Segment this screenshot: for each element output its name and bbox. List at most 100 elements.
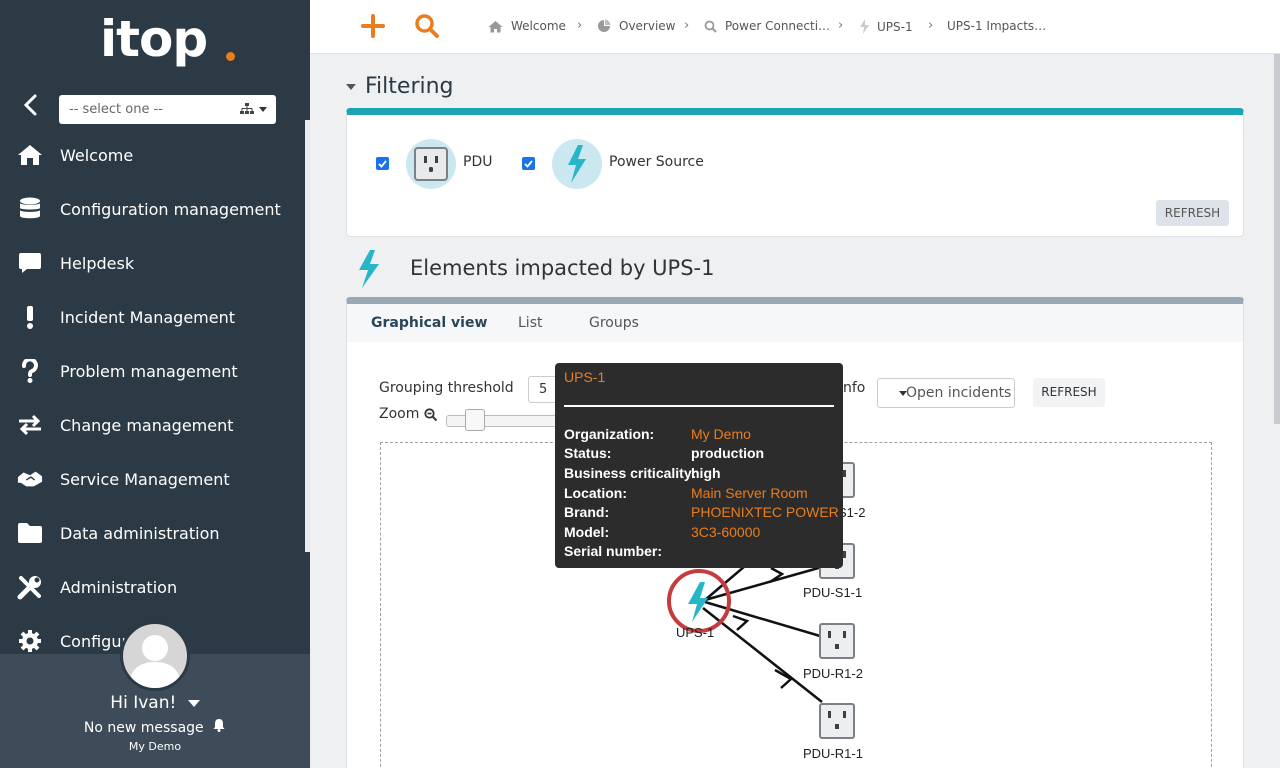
menu-item-configuration-management[interactable]: Configuration management	[0, 182, 305, 236]
tooltip-key: Location:	[564, 485, 627, 501]
user-greeting-menu[interactable]: Hi Ivan!	[0, 693, 310, 713]
sidebar: itop -- select one -- Welcome Configurat…	[0, 0, 310, 768]
chevron-down-icon	[259, 107, 267, 112]
menu-item-label: Service Management	[60, 469, 230, 489]
exchange-icon	[17, 412, 43, 438]
user-silhouette-icon	[129, 635, 181, 688]
collapse-sidebar-button[interactable]	[18, 92, 44, 118]
checkmark-icon	[524, 159, 533, 168]
breadcrumb-overview[interactable]: Overview	[597, 19, 676, 33]
tooltip-status-value: production	[691, 445, 765, 461]
node-label-pdu-s1-1: PDU-S1-1	[803, 585, 863, 600]
home-icon	[17, 142, 43, 168]
node-tooltip: UPS-1 Organization: My Demo Status: prod…	[555, 363, 843, 568]
search-icon	[415, 14, 439, 38]
tab-groups[interactable]: Groups	[589, 315, 639, 331]
breadcrumb-label: Power Connecti…	[725, 19, 831, 33]
messages-status: No new message	[83, 720, 204, 736]
tooltip-key: Status:	[564, 445, 612, 461]
info-select[interactable]: Open incidents	[877, 378, 1015, 408]
sitemap-icon	[240, 103, 254, 114]
plus-icon	[361, 14, 385, 38]
menu-item-administration[interactable]: Administration	[0, 560, 305, 614]
question-icon	[17, 358, 43, 384]
bolt-icon	[552, 139, 602, 189]
menu-item-label: Helpdesk	[60, 253, 135, 273]
new-object-button[interactable]	[360, 13, 386, 39]
tools-icon	[17, 574, 43, 600]
notifications-link[interactable]: No new message	[0, 718, 310, 736]
breadcrumb-welcome[interactable]: Welcome	[488, 19, 566, 33]
pie-chart-icon	[598, 19, 611, 32]
chat-icon	[17, 250, 43, 276]
tab-list[interactable]: List	[518, 315, 542, 331]
itop-logo[interactable]: itop	[100, 10, 240, 80]
pdu-checkbox[interactable]	[376, 157, 389, 170]
menu-item-problem-management[interactable]: Problem management	[0, 344, 305, 398]
zoom-out-icon[interactable]	[424, 408, 438, 422]
tooltip-brand-link[interactable]: PHOENIXTEC POWER	[691, 504, 839, 520]
breadcrumb-label: Overview	[619, 19, 676, 33]
search-icon	[704, 20, 717, 33]
logo-dot	[226, 52, 235, 61]
menu-item-label: Configuration management	[60, 199, 281, 219]
menu-item-label: Change management	[60, 415, 234, 435]
breadcrumb-power-connections[interactable]: Power Connecti…	[704, 19, 830, 33]
menu-item-data-administration[interactable]: Data administration	[0, 506, 305, 560]
caret-down-icon	[346, 83, 356, 90]
tooltip-key: Model:	[564, 524, 610, 540]
filtering-panel: PDU Power Source REFRESH	[346, 108, 1244, 237]
organization-select[interactable]: -- select one --	[59, 95, 276, 124]
organization-select-value: -- select one --	[69, 102, 163, 117]
menu-item-label: Incident Management	[60, 307, 235, 327]
zoom-label: Zoom	[379, 406, 420, 422]
menu-item-change-management[interactable]: Change management	[0, 398, 305, 452]
breadcrumb-ups-1[interactable]: UPS-1	[860, 19, 913, 34]
menu-item-welcome[interactable]: Welcome	[0, 128, 305, 182]
folder-icon	[17, 520, 43, 546]
tooltip-criticality-value: high	[691, 465, 721, 481]
logo-text: itop	[100, 10, 208, 68]
tooltip-location-link[interactable]: Main Server Room	[691, 485, 808, 501]
main-menu: Welcome Configuration management Helpdes…	[0, 128, 305, 668]
filtering-refresh-button[interactable]: REFRESH	[1156, 200, 1229, 226]
filtering-toggle[interactable]: Filtering	[346, 74, 454, 99]
breadcrumb-separator-icon: ›	[928, 18, 934, 33]
breadcrumb-label: UPS-1 Impacts…	[947, 19, 1047, 33]
outlet-icon	[406, 139, 456, 189]
zoom-slider-track[interactable]	[446, 415, 566, 427]
menu-item-label: Administration	[60, 577, 178, 597]
menu-item-incident-management[interactable]: Incident Management	[0, 290, 305, 344]
chevron-left-icon	[23, 94, 37, 116]
handshake-icon	[17, 466, 43, 492]
menu-item-helpdesk[interactable]: Helpdesk	[0, 236, 305, 290]
tab-bar: Graphical view List Groups	[347, 304, 1243, 342]
node-label-ups-1: UPS-1	[676, 625, 715, 640]
content-scrollbar[interactable]	[1274, 54, 1280, 424]
menu-item-label: Problem management	[60, 361, 238, 381]
database-icon	[17, 196, 43, 222]
breadcrumb-label: Welcome	[511, 19, 566, 33]
tooltip-organization-link[interactable]: My Demo	[691, 426, 751, 442]
top-bar: Welcome › Overview › Power Connecti… › U…	[310, 0, 1280, 54]
tooltip-title-link[interactable]: UPS-1	[564, 369, 605, 385]
tooltip-key: Serial number:	[564, 543, 663, 559]
zoom-slider-handle[interactable]	[465, 409, 485, 431]
graph-refresh-button[interactable]: REFRESH	[1033, 378, 1105, 407]
gear-icon	[17, 628, 43, 654]
filtering-title: Filtering	[365, 74, 454, 99]
tooltip-key: Organization:	[564, 426, 655, 442]
power-source-checkbox[interactable]	[522, 157, 535, 170]
global-search-button[interactable]	[414, 13, 440, 39]
breadcrumb-separator-icon: ›	[684, 18, 690, 33]
breadcrumb-ups-1-impacts[interactable]: UPS-1 Impacts…	[947, 19, 1046, 33]
exclamation-icon	[17, 304, 43, 330]
menu-item-label: Data administration	[60, 523, 220, 543]
breadcrumb-separator-icon: ›	[577, 18, 583, 33]
pdu-filter-label: PDU	[463, 154, 493, 170]
tooltip-model-link[interactable]: 3C3-60000	[691, 524, 760, 540]
tab-graphical-view[interactable]: Graphical view	[371, 315, 487, 331]
menu-item-service-management[interactable]: Service Management	[0, 452, 305, 506]
menu-item-label: Configur	[60, 631, 129, 651]
avatar[interactable]	[120, 621, 190, 691]
